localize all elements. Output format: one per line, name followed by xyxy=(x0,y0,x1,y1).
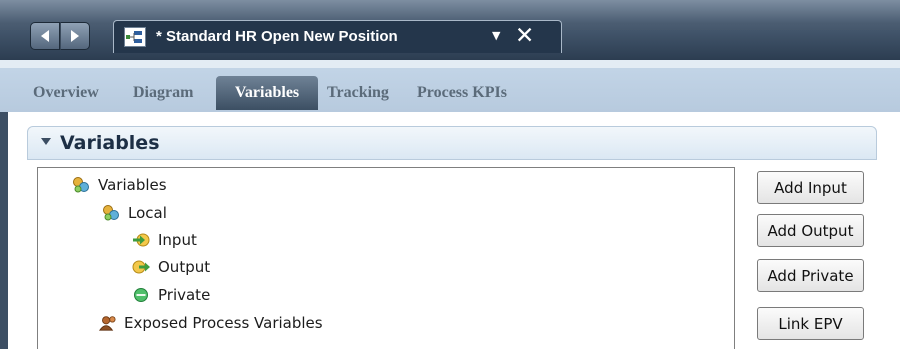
close-icon[interactable]: ✕ xyxy=(515,22,534,50)
add-output-button[interactable]: Add Output xyxy=(757,214,864,247)
add-private-button[interactable]: Add Private xyxy=(757,259,864,292)
forward-button[interactable] xyxy=(60,22,90,50)
tree-node-label: Input xyxy=(158,231,197,249)
link-epv-button[interactable]: Link EPV xyxy=(757,307,864,340)
editor-document-tab[interactable]: * Standard HR Open New Position ▼ ✕ xyxy=(113,20,562,53)
tab-process-kpis[interactable]: Process KPIs xyxy=(417,76,507,110)
back-button[interactable] xyxy=(30,22,60,50)
expand-twisty-icon[interactable] xyxy=(41,138,51,146)
tree-node-label: Private xyxy=(158,286,211,304)
tree-node-label: Exposed Process Variables xyxy=(124,314,323,332)
tree-node-local[interactable]: Local xyxy=(102,202,167,224)
input-arrow-icon xyxy=(132,231,150,249)
tree-node-label: Variables xyxy=(98,176,167,194)
tree-node-label: Output xyxy=(158,258,211,276)
variables-page: Variables Variables Local Input Output P… xyxy=(0,112,900,349)
tree-node-private[interactable]: Private xyxy=(132,284,210,306)
variables-icon xyxy=(72,176,90,194)
tab-tracking[interactable]: Tracking xyxy=(327,76,389,110)
tree-node-exposed-process-variables[interactable]: Exposed Process Variables xyxy=(98,312,323,334)
exposed-variables-icon xyxy=(98,314,116,332)
editor-tab-title: * Standard HR Open New Position xyxy=(156,28,398,45)
tab-diagram[interactable]: Diagram xyxy=(133,76,193,110)
tab-variables[interactable]: Variables xyxy=(216,76,318,110)
forward-arrow-icon xyxy=(71,30,79,42)
left-edge-border xyxy=(0,112,8,349)
back-arrow-icon xyxy=(41,30,49,42)
chevron-down-icon[interactable]: ▼ xyxy=(492,29,500,42)
variables-tree[interactable]: Variables Local Input Output Private Exp… xyxy=(37,167,735,349)
section-title: Variables xyxy=(60,132,160,154)
tree-node-variables[interactable]: Variables xyxy=(72,174,167,196)
editor-title-bar: * Standard HR Open New Position ▼ ✕ xyxy=(0,0,900,60)
add-input-button[interactable]: Add Input xyxy=(757,171,864,204)
tree-node-input[interactable]: Input xyxy=(132,229,197,251)
variables-section-header[interactable]: Variables xyxy=(27,126,877,160)
variables-icon xyxy=(102,204,120,222)
tree-node-label: Local xyxy=(128,204,167,222)
tree-node-output[interactable]: Output xyxy=(132,256,210,278)
output-arrow-icon xyxy=(132,258,150,276)
process-app-icon xyxy=(124,27,146,47)
editor-tab-bar: Overview Diagram Variables Tracking Proc… xyxy=(0,60,900,172)
tab-overview[interactable]: Overview xyxy=(33,76,99,110)
private-circle-icon xyxy=(132,286,150,304)
